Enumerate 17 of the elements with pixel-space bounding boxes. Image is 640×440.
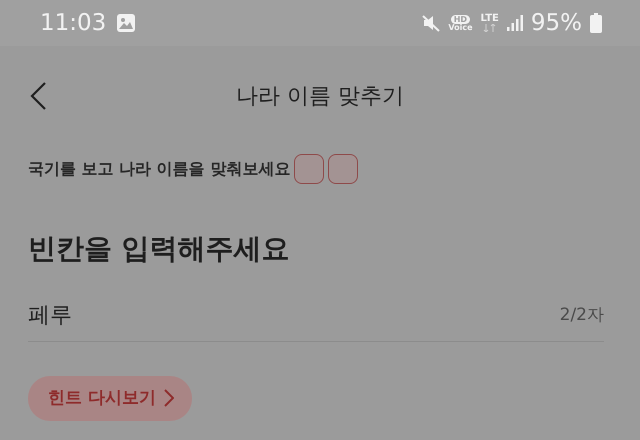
- heading: 빈칸을 입력해주세요: [28, 231, 291, 267]
- page-title: 나라 이름 맞추기: [236, 83, 404, 111]
- answer-input[interactable]: 페루: [28, 302, 328, 327]
- battery-icon: [590, 13, 602, 33]
- data-arrows-icon: [482, 24, 497, 32]
- status-time: 11:03: [40, 10, 106, 36]
- network-label: LTE: [480, 14, 499, 24]
- character-counter: 2/2자: [560, 304, 604, 326]
- chevron-right-icon: [164, 388, 174, 406]
- image-icon: [116, 13, 136, 33]
- instruction-text: 국기를 보고 나라 이름을 맞춰보세요: [28, 158, 290, 180]
- signal-icon: [506, 15, 523, 31]
- voice-label: Voice: [448, 24, 472, 32]
- back-icon[interactable]: [28, 81, 48, 111]
- hd-label: HD: [450, 14, 470, 24]
- mute-icon: [422, 14, 440, 32]
- battery-percent: 95%: [530, 10, 582, 36]
